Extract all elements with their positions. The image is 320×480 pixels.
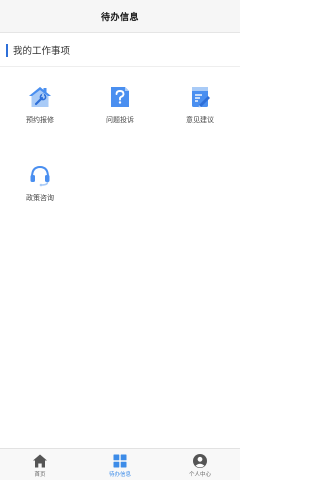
tile-policy-consult[interactable]: 政策咨询 (0, 162, 80, 222)
user-icon (193, 453, 207, 468)
tile-label: 问题投诉 (106, 116, 134, 124)
tab-label: 待办信息 (108, 471, 131, 478)
question-complaint-icon (111, 87, 129, 107)
tile-label: 预约报修 (26, 116, 54, 124)
tile-label: 意见建议 (186, 116, 214, 124)
grid-icon (113, 454, 127, 467)
top-bar: 待办信息 (0, 0, 240, 33)
tile-complaint[interactable]: 问题投诉 (80, 84, 160, 144)
headset-icon (30, 165, 50, 187)
tile-label: 政策咨询 (26, 194, 54, 202)
suggestion-notepad-icon (192, 87, 210, 108)
tab-home[interactable]: 首页 (0, 449, 80, 480)
tab-todo[interactable]: 待办信息 (80, 449, 160, 480)
tab-profile[interactable]: 个人中心 (160, 449, 240, 480)
section-divider (0, 66, 240, 67)
home-icon (33, 454, 47, 467)
page-title: 待办信息 (100, 12, 139, 23)
bottom-tab-bar: 首页 待办信息 个人中心 (0, 448, 240, 480)
tile-repair-booking[interactable]: 预约报修 (0, 84, 80, 144)
tab-label: 个人中心 (188, 471, 211, 478)
page: 待办信息 我的工作事项 预约报修 问题投诉 意见建议 政策咨询 首页 待办信息 … (0, 0, 240, 480)
house-repair-icon (29, 87, 51, 107)
tab-label: 首页 (34, 471, 46, 478)
section-accent-bar (6, 43, 8, 57)
tile-suggestion[interactable]: 意见建议 (160, 84, 240, 144)
section-title: 我的工作事项 (13, 46, 71, 57)
section-header: 我的工作事项 (0, 38, 240, 62)
